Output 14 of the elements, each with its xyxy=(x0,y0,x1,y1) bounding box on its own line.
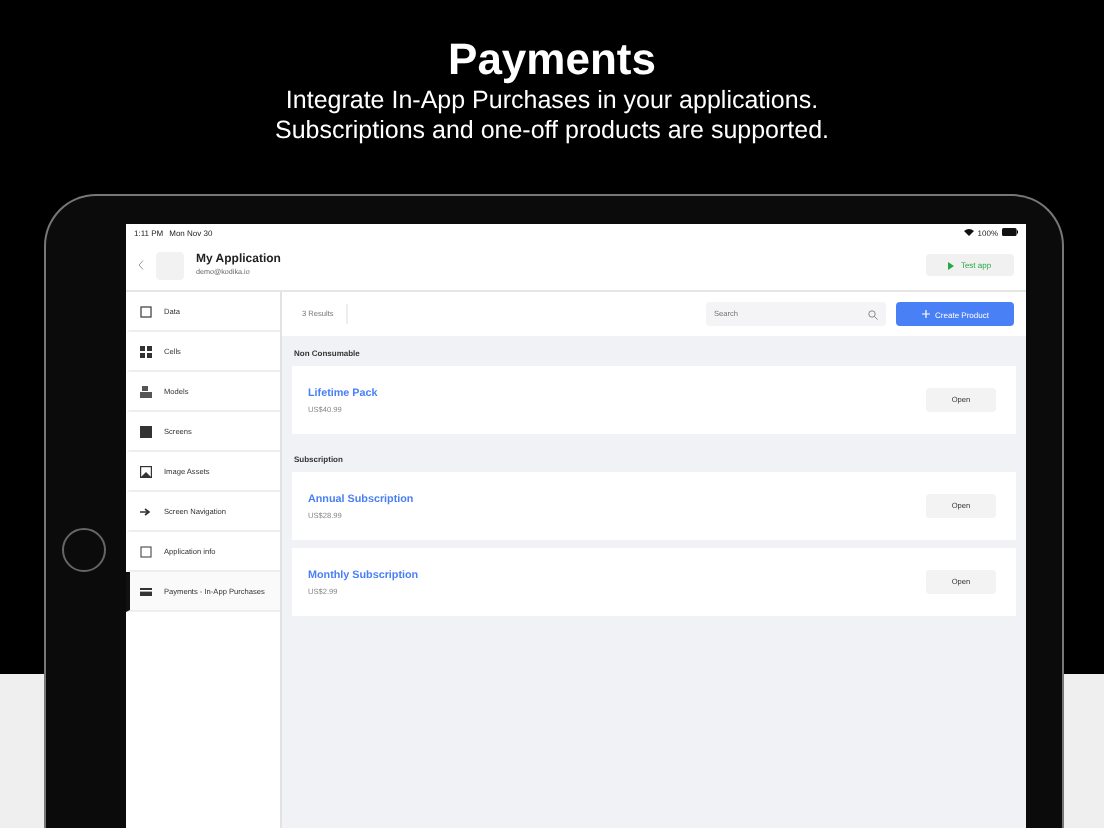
search-icon xyxy=(868,309,878,319)
subtitle: Subscriptions and one-off products are supported. xyxy=(274,116,830,146)
plus-icon xyxy=(921,310,930,318)
wifi-icon xyxy=(963,228,974,236)
subtitle: Integrate In-App Purchases in your applications. xyxy=(285,86,819,116)
page-title: Payments xyxy=(448,34,656,86)
play-icon xyxy=(948,261,955,269)
grid-icon xyxy=(140,345,152,357)
image-icon xyxy=(140,465,152,477)
back-icon[interactable] xyxy=(138,260,144,270)
screen-icon xyxy=(140,425,152,437)
arrow-icon xyxy=(140,505,152,517)
card-icon xyxy=(140,585,152,597)
battery-icon xyxy=(1002,228,1018,236)
